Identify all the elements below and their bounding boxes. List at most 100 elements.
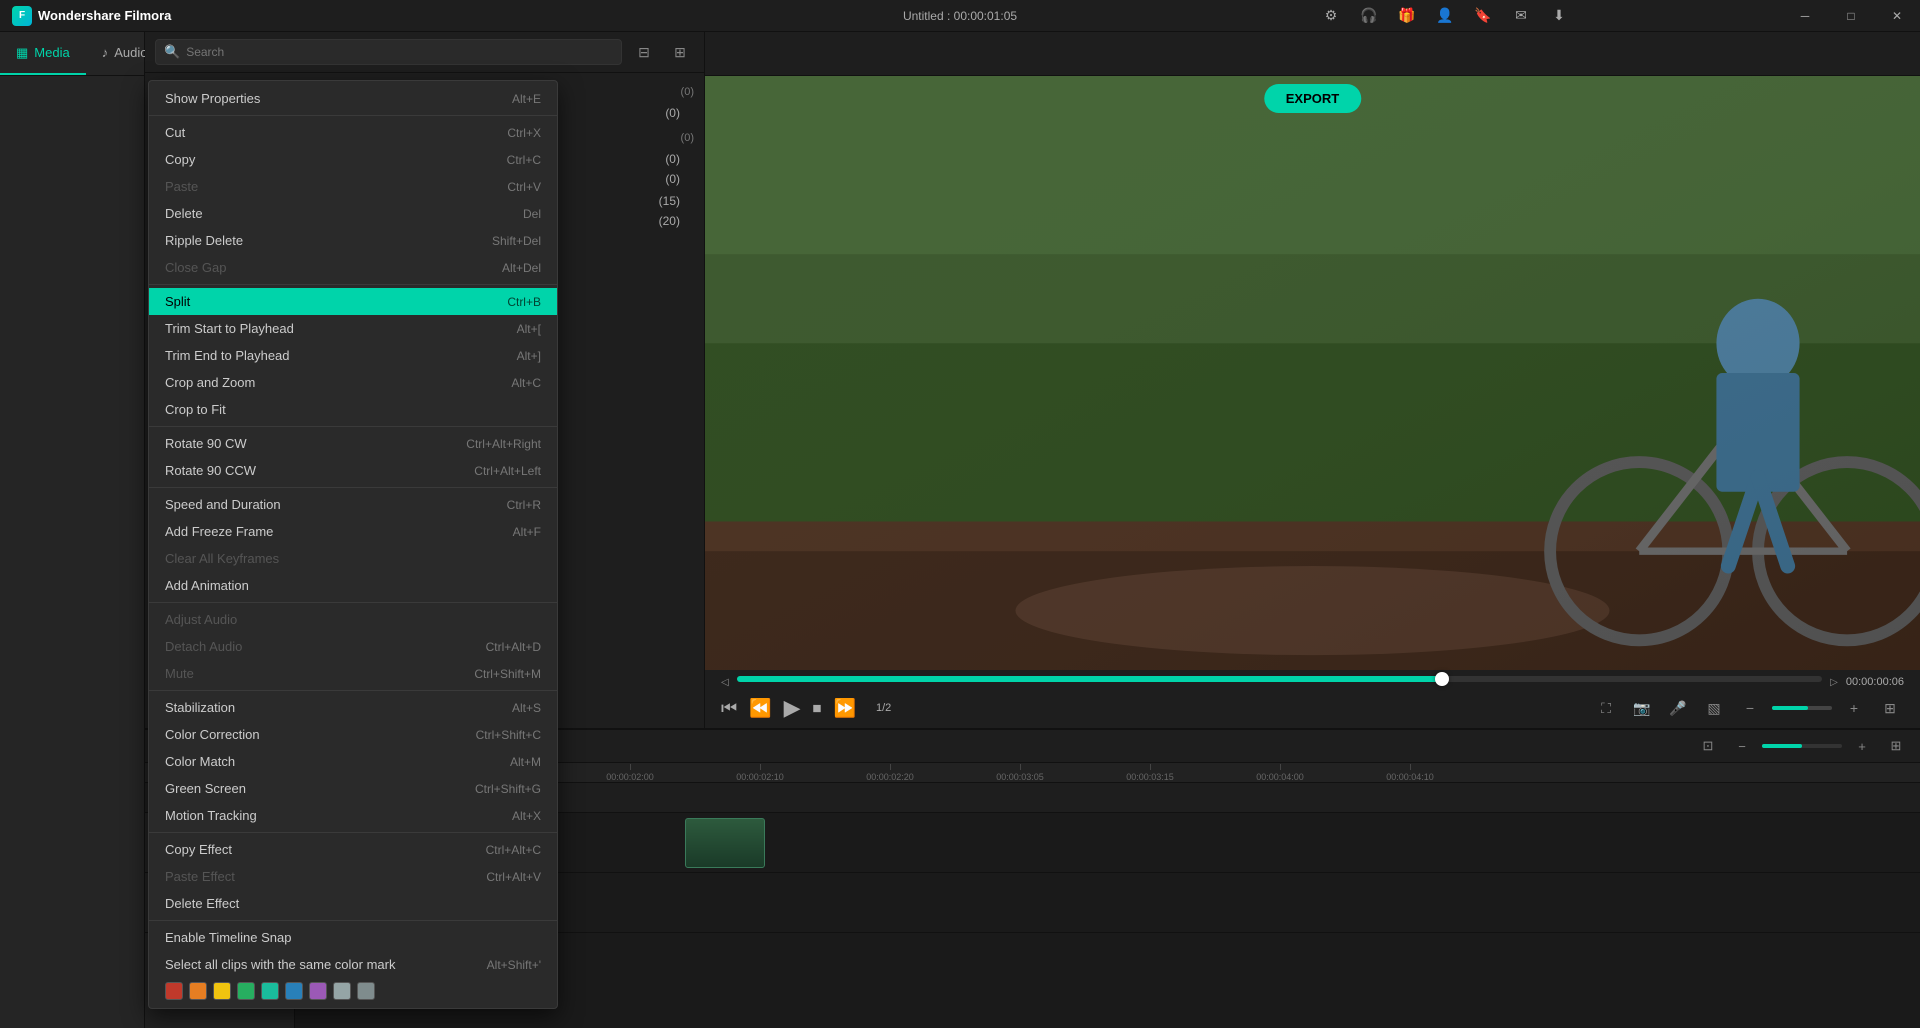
search-input[interactable] — [186, 45, 613, 59]
ctx-delete-effect[interactable]: Delete Effect — [149, 890, 557, 917]
minimize-button[interactable]: ─ — [1782, 0, 1828, 32]
swatch-orange[interactable] — [189, 982, 207, 1000]
ctx-ripple-delete[interactable]: Ripple Delete Shift+Del — [149, 227, 557, 254]
zoom-fit-icon[interactable]: ⊡ — [1694, 732, 1722, 760]
ctx-freeze-frame[interactable]: Add Freeze Frame Alt+F — [149, 518, 557, 545]
swatch-red[interactable] — [165, 982, 183, 1000]
stop-button[interactable]: ⏹ — [813, 698, 822, 719]
ctx-rotate-ccw[interactable]: Rotate 90 CCW Ctrl+Alt+Left — [149, 457, 557, 484]
user-icon[interactable]: 👤 — [1434, 4, 1456, 26]
ctx-crop-zoom[interactable]: Crop and Zoom Alt+C — [149, 369, 557, 396]
swatch-light-gray[interactable] — [333, 982, 351, 1000]
progress-fill — [737, 676, 1443, 682]
ruler-mark-3: 00:00:02:10 — [695, 764, 825, 782]
color-swatches — [149, 978, 557, 1004]
pip-icon[interactable]: ▧ — [1700, 694, 1728, 722]
fit-all-icon[interactable]: ⊞ — [1882, 732, 1910, 760]
message-icon[interactable]: ✉ — [1510, 4, 1532, 26]
close-button[interactable]: ✕ — [1874, 0, 1920, 32]
ctx-color-match[interactable]: Color Match Alt+M — [149, 748, 557, 775]
app-name: Wondershare Filmora — [38, 8, 171, 23]
zoom-out-icon[interactable]: − — [1736, 694, 1764, 722]
ctx-stabilization[interactable]: Stabilization Alt+S — [149, 694, 557, 721]
ctx-trim-end[interactable]: Trim End to Playhead Alt+] — [149, 342, 557, 369]
skip-back-button[interactable]: ⏮ — [721, 698, 737, 719]
tab-media[interactable]: ▦ Media — [0, 32, 86, 75]
context-menu: Show Properties Alt+E Cut Ctrl+X Copy Ct… — [148, 80, 558, 1009]
preview-panel: EXPORT — [705, 32, 1920, 728]
swatch-green[interactable] — [237, 982, 255, 1000]
ctx-enable-snap[interactable]: Enable Timeline Snap — [149, 924, 557, 951]
ctx-paste-effect: Paste Effect Ctrl+Alt+V — [149, 863, 557, 890]
export-button[interactable]: EXPORT — [1264, 84, 1361, 113]
ruler-mark-2: 00:00:02:00 — [565, 764, 695, 782]
sidebar-tabs: ▦ Media ♪ Audio T Titles — [0, 32, 144, 76]
swatch-dark-gray[interactable] — [357, 982, 375, 1000]
frame-back-button[interactable]: ⏪ — [749, 698, 771, 719]
tab-media-label: Media — [34, 45, 69, 60]
ctx-sep-6 — [149, 690, 557, 691]
progress-thumb[interactable] — [1435, 672, 1449, 686]
ctx-rotate-cw[interactable]: Rotate 90 CW Ctrl+Alt+Right — [149, 430, 557, 457]
timeline-zoom-slider[interactable] — [1762, 744, 1842, 748]
timeline-zoom-fill — [1762, 744, 1802, 748]
titlebar: F Wondershare Filmora Untitled : 00:00:0… — [0, 0, 1920, 32]
voiceover-icon[interactable]: 🎤 — [1664, 694, 1692, 722]
subfolder2-count: (0) — [665, 172, 680, 186]
frame-forward-button[interactable]: ⏩ — [834, 698, 856, 719]
search-box[interactable]: 🔍 — [155, 39, 622, 65]
video-clip-2[interactable] — [685, 818, 765, 868]
fullscreen-icon[interactable]: ⛶ — [1592, 694, 1620, 722]
ctx-cut[interactable]: Cut Ctrl+X — [149, 119, 557, 146]
ctx-speed-duration[interactable]: Speed and Duration Ctrl+R — [149, 491, 557, 518]
ctx-crop-fit[interactable]: Crop to Fit — [149, 396, 557, 423]
ctx-delete[interactable]: Delete Del — [149, 200, 557, 227]
ruler-mark-4: 00:00:02:20 — [825, 764, 955, 782]
ctx-trim-start[interactable]: Trim Start to Playhead Alt+[ — [149, 315, 557, 342]
fit-icon[interactable]: ⊞ — [1876, 694, 1904, 722]
swatch-blue[interactable] — [285, 982, 303, 1000]
screenshot-icon[interactable]: 📷 — [1628, 694, 1656, 722]
filter-icon[interactable]: ⊟ — [630, 38, 658, 66]
ctx-copy-effect[interactable]: Copy Effect Ctrl+Alt+C — [149, 836, 557, 863]
search-icon: 🔍 — [164, 44, 180, 60]
playback-bar: ◁ ▷ 00:00:00:06 ⏮ ⏪ ▶ ⏹ ⏩ — [705, 670, 1920, 728]
ctx-color-correction[interactable]: Color Correction Ctrl+Shift+C — [149, 721, 557, 748]
ctx-copy[interactable]: Copy Ctrl+C — [149, 146, 557, 173]
grid-icon[interactable]: ⊞ — [666, 38, 694, 66]
maximize-button[interactable]: □ — [1828, 0, 1874, 32]
ctx-sep-3 — [149, 426, 557, 427]
ctx-paste: Paste Ctrl+V — [149, 173, 557, 200]
ctx-sep-7 — [149, 832, 557, 833]
zoom-in-icon[interactable]: + — [1840, 694, 1868, 722]
media-icon: ▦ — [16, 45, 28, 61]
ctx-split[interactable]: Split Ctrl+B — [149, 288, 557, 315]
zoom-out-timeline-icon[interactable]: − — [1728, 732, 1756, 760]
ctx-motion-tracking[interactable]: Motion Tracking Alt+X — [149, 802, 557, 829]
window-title: Untitled : 00:00:01:05 — [903, 9, 1017, 23]
settings-icon[interactable]: ⚙ — [1320, 4, 1342, 26]
ruler-mark-8: 00:00:04:10 — [1345, 764, 1475, 782]
ruler-mark-6: 00:00:03:15 — [1085, 764, 1215, 782]
left-sidebar: ▦ Media ♪ Audio T Titles — [0, 32, 145, 1028]
swatch-yellow[interactable] — [213, 982, 231, 1000]
ctx-add-animation[interactable]: Add Animation — [149, 572, 557, 599]
progress-track[interactable] — [737, 676, 1822, 682]
ctx-select-same-color[interactable]: Select all clips with the same color mar… — [149, 951, 557, 978]
headphones-icon[interactable]: 🎧 — [1358, 4, 1380, 26]
ctx-show-properties[interactable]: Show Properties Alt+E — [149, 85, 557, 112]
swatch-purple[interactable] — [309, 982, 327, 1000]
download-icon[interactable]: ⬇ — [1548, 4, 1570, 26]
zoom-slider[interactable] — [1772, 706, 1832, 710]
sample-video-count: (20) — [659, 214, 680, 228]
ctx-green-screen[interactable]: Green Screen Ctrl+Shift+G — [149, 775, 557, 802]
top-toolbar-icons: ⚙ 🎧 🎁 👤 🔖 ✉ ⬇ — [1320, 4, 1570, 26]
playback-controls: ⏮ ⏪ ▶ ⏹ ⏩ 1/2 ⛶ 📷 🎤 ▧ − — [721, 694, 1904, 722]
playback-right-controls: ⛶ 📷 🎤 ▧ − + ⊞ — [1592, 694, 1904, 722]
bookmark-icon[interactable]: 🔖 — [1472, 4, 1494, 26]
zoom-in-timeline-icon[interactable]: + — [1848, 732, 1876, 760]
shared-media-count: (0) — [681, 132, 694, 144]
swatch-teal[interactable] — [261, 982, 279, 1000]
gift-icon[interactable]: 🎁 — [1396, 4, 1418, 26]
play-button[interactable]: ▶ — [784, 695, 801, 721]
